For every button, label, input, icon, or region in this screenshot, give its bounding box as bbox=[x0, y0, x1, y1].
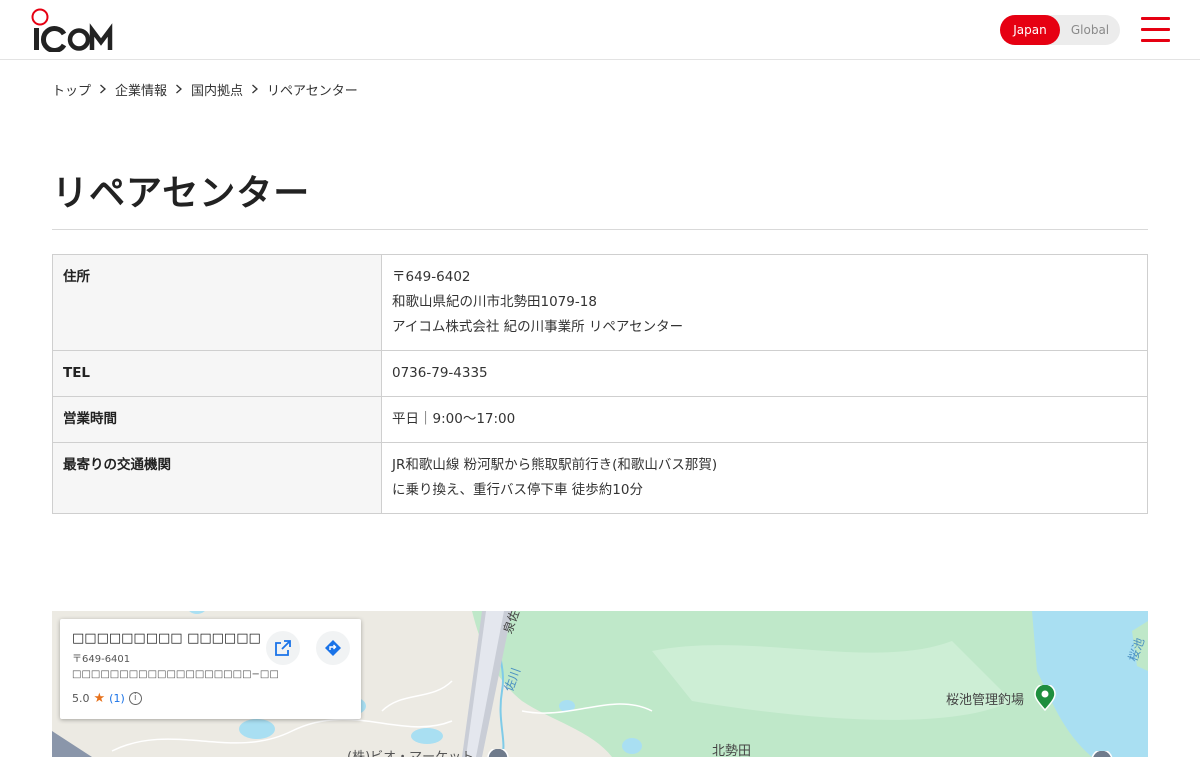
map-pin-icon[interactable] bbox=[1034, 683, 1056, 712]
star-icon: ★ bbox=[93, 691, 106, 706]
table-row: TEL 0736-79-4335 bbox=[52, 350, 1148, 397]
hamburger-menu-icon[interactable] bbox=[1141, 16, 1171, 44]
transport-line: に乗り換え、重行バス停下車 徒歩約10分 bbox=[392, 482, 643, 498]
page-title: リペアセンター bbox=[52, 173, 311, 214]
row-value-tel: 0736-79-4335 bbox=[381, 350, 1148, 397]
map-pin-icon[interactable] bbox=[487, 747, 509, 757]
row-value-transport: JR和歌山線 粉河駅から熊取駅前行き(和歌山バス那賀) に乗り換え、重行バス停下… bbox=[381, 442, 1148, 514]
map-place-card: □□□□□□□□□ □□□□□□ 〒649-6401 □□□□□□□□□□□□□… bbox=[60, 619, 361, 719]
rating-value: 5.0 bbox=[72, 692, 90, 705]
table-row: 営業時間 平日｜9:00〜17:00 bbox=[52, 396, 1148, 443]
row-label-tel: TEL bbox=[52, 350, 382, 397]
info-icon[interactable]: i bbox=[128, 692, 142, 705]
chevron-right-icon bbox=[243, 82, 267, 97]
directions-icon[interactable] bbox=[316, 631, 350, 665]
map-label-market: (株)ビオ・マーケット bbox=[347, 746, 474, 757]
language-toggle: Japan Global bbox=[1000, 15, 1120, 45]
breadcrumb-company[interactable]: 企業情報 bbox=[115, 80, 167, 99]
place-rating: 5.0 ★ (1) i bbox=[72, 691, 142, 706]
breadcrumb-current: リペアセンター bbox=[267, 83, 358, 99]
open-in-new-icon[interactable] bbox=[266, 631, 300, 665]
chevron-right-icon bbox=[91, 82, 115, 97]
icom-logo[interactable] bbox=[30, 8, 122, 53]
row-value-address: 〒649-6402 和歌山県紀の川市北勢田1079-18 アイコム株式会社 紀の… bbox=[381, 254, 1148, 351]
row-value-hours: 平日｜9:00〜17:00 bbox=[381, 396, 1148, 443]
transport-line: JR和歌山線 粉河駅から熊取駅前行き(和歌山バス那賀) bbox=[392, 457, 718, 473]
breadcrumb-top[interactable]: トップ bbox=[52, 80, 91, 99]
business-hours: 平日｜9:00〜17:00 bbox=[392, 411, 516, 427]
table-row: 住所 〒649-6402 和歌山県紀の川市北勢田1079-18 アイコム株式会社… bbox=[52, 254, 1148, 351]
facility-name: アイコム株式会社 紀の川事業所 リペアセンター bbox=[392, 319, 684, 335]
postal-code: 〒649-6402 bbox=[392, 269, 471, 285]
lang-japan-button[interactable]: Japan bbox=[1000, 15, 1060, 45]
address-line: 和歌山県紀の川市北勢田1079-18 bbox=[392, 294, 597, 310]
review-count-link[interactable]: (1) bbox=[109, 692, 125, 705]
google-map[interactable]: 桜池管理釣場 北勢田 (株)ビオ・マーケット 泉佐 佐川 桜池 □□□□□□□□… bbox=[52, 611, 1148, 757]
map-label-kitaseda: 北勢田 bbox=[712, 744, 752, 757]
title-divider bbox=[52, 229, 1148, 230]
info-table: 住所 〒649-6402 和歌山県紀の川市北勢田1079-18 アイコム株式会社… bbox=[52, 254, 1148, 514]
table-row: 最寄りの交通機関 JR和歌山線 粉河駅から熊取駅前行き(和歌山バス那賀) に乗り… bbox=[52, 442, 1148, 514]
breadcrumb-domestic[interactable]: 国内拠点 bbox=[191, 80, 243, 99]
lang-global-button[interactable]: Global bbox=[1060, 15, 1120, 45]
map-label-pond: 桜池管理釣場 bbox=[946, 693, 1025, 708]
map-pin-icon[interactable] bbox=[1091, 749, 1113, 757]
breadcrumb: トップ 企業情報 国内拠点 リペアセンター bbox=[52, 78, 358, 100]
row-label-transport: 最寄りの交通機関 bbox=[52, 442, 382, 514]
place-name: □□□□□□□□□ □□□□□□ bbox=[72, 631, 261, 646]
place-address: 〒649-6401 □□□□□□□□□□□□□□□□□□□−□□ bbox=[72, 654, 279, 680]
row-label-hours: 営業時間 bbox=[52, 396, 382, 443]
phone-number[interactable]: 0736-79-4335 bbox=[392, 361, 1137, 386]
chevron-right-icon bbox=[167, 82, 191, 97]
site-header: Japan Global bbox=[0, 0, 1200, 60]
row-label-address: 住所 bbox=[52, 254, 382, 351]
